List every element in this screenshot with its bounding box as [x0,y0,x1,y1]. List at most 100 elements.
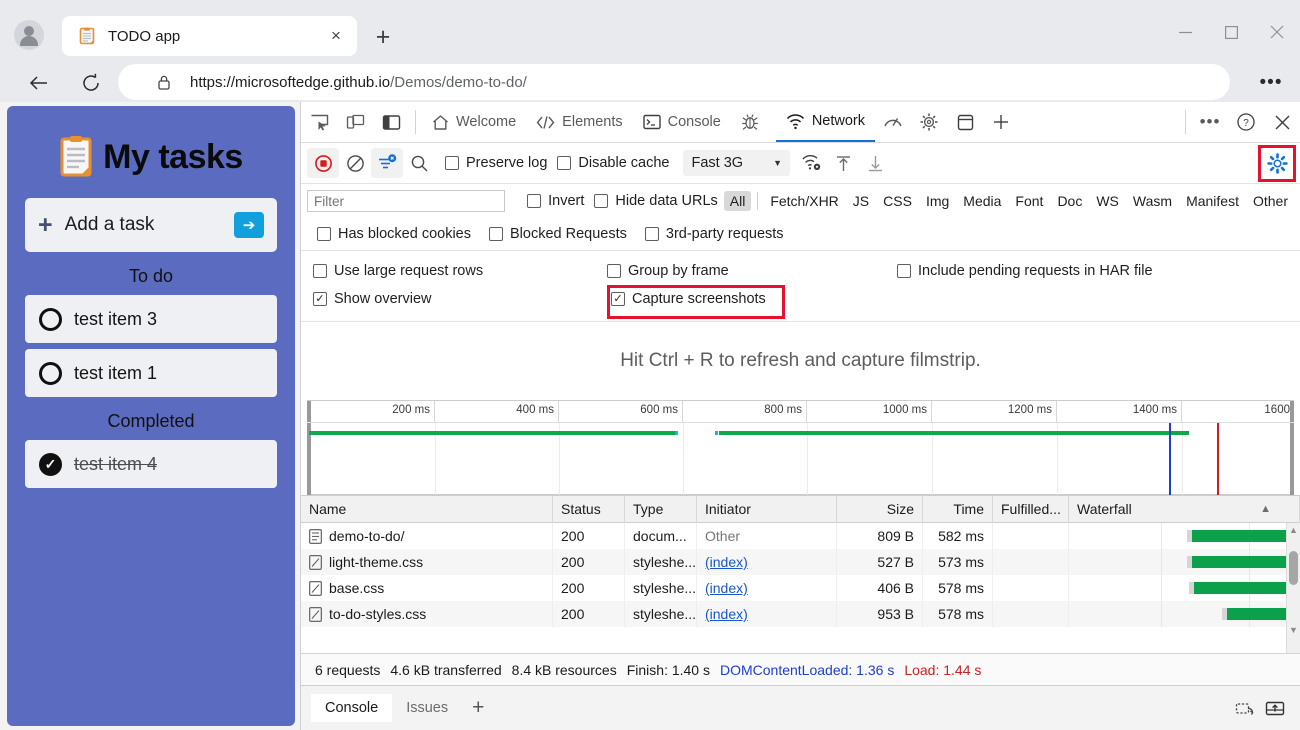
window-close-icon[interactable] [1254,0,1300,64]
device-emulation-icon[interactable] [337,104,373,140]
drawer-add-tab-icon[interactable]: + [472,696,484,720]
list-item[interactable]: test item 3 [25,295,277,343]
gear-icon[interactable] [1267,153,1288,174]
invert-checkbox[interactable]: Invert [527,193,584,209]
show-overview-checkbox[interactable]: Show overview [313,291,607,307]
filter-chip-js[interactable]: JS [847,191,875,211]
table-row[interactable]: demo-to-do/ 200 docum... Other 809 B 582… [301,523,1300,549]
column-header-size[interactable]: Size [837,496,923,523]
page-viewport: My tasks + Add a task ➔ To do test item … [0,102,300,730]
initiator-link[interactable]: (index) [705,554,748,570]
inspect-element-icon[interactable] [301,104,337,140]
record-stop-icon[interactable] [307,148,339,178]
filter-chip-doc[interactable]: Doc [1051,191,1088,211]
filter-chip-other[interactable]: Other [1247,191,1294,211]
group-by-frame-checkbox[interactable]: Group by frame [607,263,897,279]
table-scrollbar[interactable]: ▲ ▼ [1286,523,1300,653]
close-icon[interactable]: × [323,23,349,49]
application-icon[interactable] [947,104,983,140]
drawer-tab-console[interactable]: Console [311,694,392,722]
tab-network[interactable]: Network [776,102,875,142]
has-blocked-cookies-checkbox[interactable]: Has blocked cookies [317,226,471,242]
restore-drawer-icon[interactable] [1230,693,1260,723]
filter-chip-img[interactable]: Img [920,191,955,211]
devtools-more-icon[interactable]: ••• [1192,104,1228,140]
column-header-name[interactable]: Name [301,496,553,523]
minimize-icon[interactable] [1162,0,1208,64]
filter-chip-ws[interactable]: WS [1090,191,1125,211]
request-name: light-theme.css [329,549,423,575]
browser-tab[interactable]: TODO app × [62,16,357,56]
scroll-down-icon[interactable]: ▼ [1289,623,1298,637]
tab-elements[interactable]: Elements [526,102,632,142]
upload-arrow-icon[interactable] [828,148,860,178]
add-panel-icon[interactable] [983,104,1019,140]
preserve-log-checkbox[interactable]: Preserve log [445,155,547,171]
scroll-up-icon[interactable]: ▲ [1289,523,1298,537]
filter-icon[interactable] [371,148,403,178]
column-header-initiator[interactable]: Initiator [697,496,837,523]
avatar[interactable] [14,20,44,50]
performance-icon[interactable] [875,104,911,140]
column-header-type[interactable]: Type [625,496,697,523]
task-checkbox[interactable] [39,308,62,331]
submit-task-button[interactable]: ➔ [234,212,264,238]
filter-chip-fetch-xhr[interactable]: Fetch/XHR [764,191,844,211]
task-checkbox-checked[interactable]: ✓ [39,453,62,476]
search-icon[interactable] [403,148,435,178]
scrollbar-thumb[interactable] [1289,551,1298,585]
add-task-input[interactable]: + Add a task ➔ [25,198,277,252]
new-tab-button[interactable]: + [368,22,398,52]
filter-chip-css[interactable]: CSS [877,191,918,211]
initiator-link[interactable]: (index) [705,580,748,596]
third-party-requests-checkbox[interactable]: 3rd-party requests [645,226,784,242]
download-arrow-icon[interactable] [860,148,892,178]
wifi-gear-icon[interactable] [796,148,828,178]
dock-icon[interactable] [1260,693,1290,723]
filter-chip-font[interactable]: Font [1009,191,1049,211]
dock-side-icon[interactable] [373,104,409,140]
overview-bar-cap [675,431,678,435]
throttling-dropdown[interactable]: Fast 3G ▼ [683,150,790,176]
back-icon[interactable] [22,66,56,100]
checkbox-box [317,227,331,241]
browser-more-icon[interactable]: ••• [1254,66,1288,100]
column-header-fulfilled[interactable]: Fulfilled... [993,496,1069,523]
include-pending-har-checkbox[interactable]: Include pending requests in HAR file [897,263,1300,279]
maximize-icon[interactable] [1208,0,1254,64]
filter-chip-all[interactable]: All [724,191,752,211]
table-body: demo-to-do/ 200 docum... Other 809 B 582… [301,523,1300,653]
column-header-status[interactable]: Status [553,496,625,523]
tab-welcome[interactable]: Welcome [422,102,526,142]
column-header-time[interactable]: Time [923,496,993,523]
url-input[interactable]: https://microsoftedge.github.io/Demos/de… [118,64,1230,100]
disable-cache-checkbox[interactable]: Disable cache [557,155,669,171]
filter-chip-manifest[interactable]: Manifest [1180,191,1245,211]
filter-input[interactable] [307,190,505,212]
table-row[interactable]: base.css 200 styleshe... (index) 406 B 5… [301,575,1300,601]
table-row[interactable]: to-do-styles.css 200 styleshe... (index)… [301,601,1300,627]
task-label: test item 4 [74,454,157,475]
tab-debugger[interactable] [731,102,776,142]
drawer-tab-issues[interactable]: Issues [392,694,462,722]
task-checkbox[interactable] [39,362,62,385]
blocked-requests-checkbox[interactable]: Blocked Requests [489,226,627,242]
reload-icon[interactable] [74,66,108,100]
use-large-request-rows-checkbox[interactable]: Use large request rows [313,263,607,279]
table-row[interactable]: light-theme.css 200 styleshe... (index) … [301,549,1300,575]
cell-initiator: (index) [697,575,837,601]
hide-data-urls-checkbox[interactable]: Hide data URLs [594,193,717,209]
column-header-waterfall[interactable]: Waterfall ▲ [1069,496,1300,523]
list-item[interactable]: test item 1 [25,349,277,397]
devtools-close-icon[interactable] [1264,104,1300,140]
filter-chip-media[interactable]: Media [957,191,1007,211]
filter-chip-wasm[interactable]: Wasm [1127,191,1178,211]
memory-chip-icon[interactable] [911,104,947,140]
help-icon[interactable]: ? [1228,104,1264,140]
tab-console[interactable]: Console [633,102,731,142]
initiator-link[interactable]: (index) [705,606,748,622]
clear-icon[interactable] [339,148,371,178]
list-item[interactable]: ✓ test item 4 [25,440,277,488]
axis-tick: 1000 ms [807,401,932,423]
network-overview-chart[interactable]: 200 ms 400 ms 600 ms 800 ms 1000 ms 1200… [307,400,1294,495]
